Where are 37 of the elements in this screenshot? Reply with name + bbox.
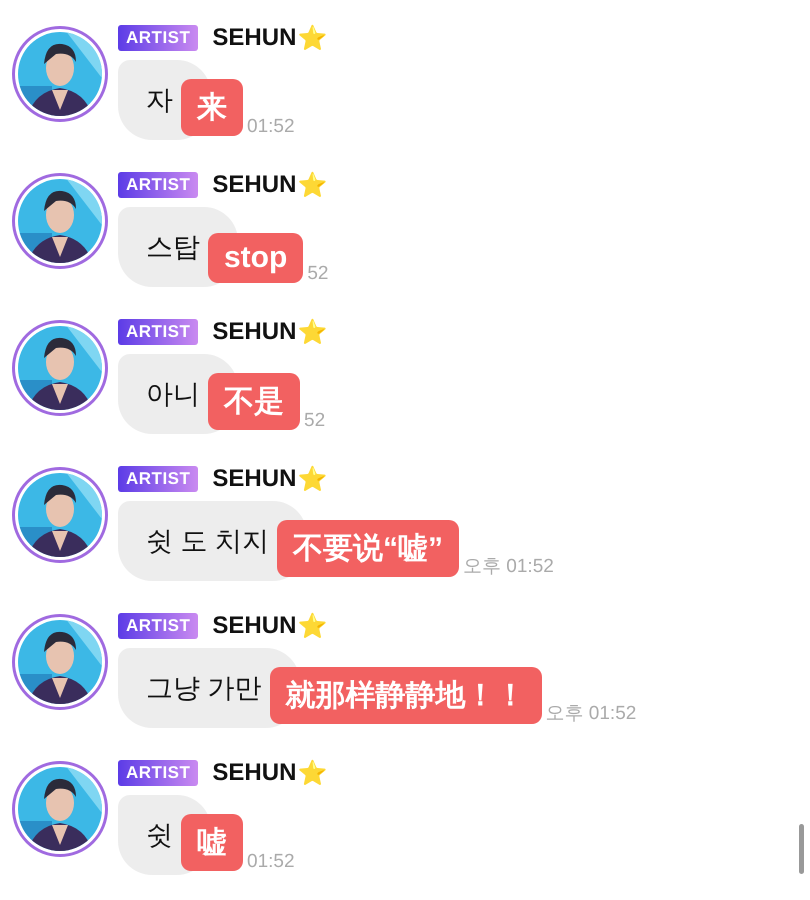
- message-text: 쉿 도 치지: [146, 525, 270, 558]
- message-time: 오후 01:52: [463, 555, 554, 579]
- translation-label: 来: [181, 79, 243, 136]
- star-icon: ⭐: [297, 759, 328, 787]
- translation-label: 不要说“嘘”: [277, 520, 460, 577]
- message-text: 쉿: [146, 819, 173, 852]
- user-name: SEHUN: [212, 465, 296, 493]
- message-time: 52: [304, 410, 326, 432]
- message-time: 오후 01:52: [546, 702, 636, 726]
- star-icon: ⭐: [297, 318, 328, 346]
- scrollbar: [799, 824, 804, 874]
- star-icon: ⭐: [297, 612, 328, 640]
- message-time: 52: [307, 263, 328, 285]
- star-icon: ⭐: [297, 24, 328, 52]
- user-name: SEHUN: [212, 612, 296, 640]
- message-text: 그냥 가만: [146, 672, 262, 705]
- user-name: SEHUN: [212, 171, 296, 199]
- artist-badge: ARTIST: [118, 760, 198, 786]
- user-name: SEHUN: [212, 24, 296, 52]
- message-text: 자: [146, 84, 173, 117]
- message-text: 스탑: [146, 231, 200, 264]
- user-name: SEHUN: [212, 759, 296, 787]
- message-text: 아니: [146, 378, 200, 411]
- artist-badge: ARTIST: [118, 25, 198, 51]
- star-icon: ⭐: [297, 465, 328, 493]
- star-icon: ⭐: [297, 171, 328, 199]
- message-time: 01:52: [247, 851, 295, 873]
- artist-badge: ARTIST: [118, 613, 198, 639]
- translation-label: 不是: [208, 373, 300, 430]
- artist-badge: ARTIST: [118, 466, 198, 492]
- translation-label: stop: [208, 233, 304, 283]
- translation-label: 就那样静静地！！: [270, 667, 542, 724]
- artist-badge: ARTIST: [118, 172, 198, 198]
- message-time: 01:52: [247, 116, 295, 138]
- translation-label: 嘘: [181, 814, 243, 871]
- artist-badge: ARTIST: [118, 319, 198, 345]
- user-name: SEHUN: [212, 318, 296, 346]
